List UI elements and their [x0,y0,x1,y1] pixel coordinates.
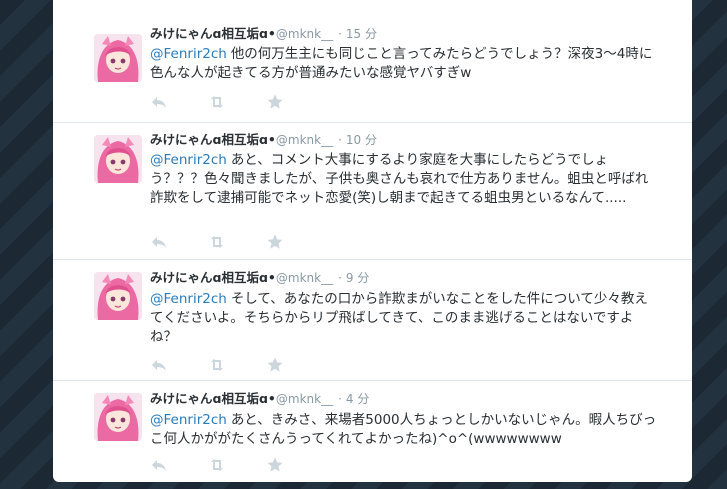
reply-icon[interactable] [150,233,168,251]
user-handle[interactable]: @mknk__ [276,133,333,147]
tweet-timestamp[interactable]: 9 分 [346,271,369,285]
tweet-text: @Fenrir2ch そして、あなたの口から詐欺まがいなことをした件について少々教… [150,290,660,347]
tweet-header: みけにゃんɑ相互垢ɑ•@mknk__ · 9 分 [150,270,369,286]
tweet-text: @Fenrir2ch 他の何万生主にも同じこと言ってみたらどうでしょう？深夜3～4… [150,45,660,83]
tweet-item[interactable]: みけにゃんɑ相互垢ɑ•@mknk__ · 4 分 @Fenrir2ch あと、きみさ、… [53,380,692,482]
star-icon[interactable] [266,456,284,474]
avatar[interactable] [94,135,142,183]
display-name[interactable]: みけにゃんɑ相互垢ɑ• [150,270,276,285]
tweet-header: みけにゃんɑ相互垢ɑ•@mknk__ · 10 分 [150,132,377,148]
tweet-timestamp[interactable]: 10 分 [346,133,377,147]
display-name[interactable]: みけにゃんɑ相互垢ɑ• [150,391,276,406]
mention-link[interactable]: @Fenrir2ch [150,46,227,62]
separator-dot: · [338,133,342,147]
retweet-icon[interactable] [208,93,226,111]
separator-dot: · [338,271,342,285]
star-icon[interactable] [266,233,284,251]
separator-dot: · [338,27,342,41]
retweet-icon[interactable] [208,233,226,251]
user-handle[interactable]: @mknk__ [276,392,333,406]
avatar[interactable] [94,393,142,441]
tweet-item[interactable]: みけにゃんɑ相互垢ɑ•@mknk__ · 9 分 @Fenrir2ch そして、あなた… [53,259,692,380]
avatar[interactable] [94,34,142,82]
separator-dot: · [338,392,342,406]
tweet-text: @Fenrir2ch あと、コメント大事にするより家庭を大事にしたらどうでしょう？… [150,151,660,208]
tweet-header: みけにゃんɑ相互垢ɑ•@mknk__ · 4 分 [150,391,369,407]
tweet-header: みけにゃんɑ相互垢ɑ•@mknk__ · 15 分 [150,26,377,42]
tweet-item[interactable]: みけにゃんɑ相互垢ɑ•@mknk__ · 15 分 @Fenrir2ch 他の何万生主… [53,0,692,122]
reply-icon[interactable] [150,93,168,111]
reply-icon[interactable] [150,456,168,474]
retweet-icon[interactable] [208,356,226,374]
mention-link[interactable]: @Fenrir2ch [150,291,227,307]
tweet-text: @Fenrir2ch あと、きみさ、来場者5000人ちょっとしかいないじゃん。暇人… [150,411,660,449]
avatar[interactable] [94,272,142,320]
star-icon[interactable] [266,356,284,374]
tweet-timeline: みけにゃんɑ相互垢ɑ•@mknk__ · 15 分 @Fenrir2ch 他の何万生主… [53,0,692,482]
retweet-icon[interactable] [208,456,226,474]
tweet-timestamp[interactable]: 4 分 [346,392,369,406]
star-icon[interactable] [266,93,284,111]
display-name[interactable]: みけにゃんɑ相互垢ɑ• [150,132,276,147]
mention-link[interactable]: @Fenrir2ch [150,152,227,168]
user-handle[interactable]: @mknk__ [276,271,333,285]
tweet-timestamp[interactable]: 15 分 [346,27,377,41]
tweet-item[interactable]: みけにゃんɑ相互垢ɑ•@mknk__ · 10 分 @Fenrir2ch あと、コメン… [53,122,692,259]
mention-link[interactable]: @Fenrir2ch [150,412,227,428]
display-name[interactable]: みけにゃんɑ相互垢ɑ• [150,26,276,41]
user-handle[interactable]: @mknk__ [276,27,333,41]
reply-icon[interactable] [150,356,168,374]
